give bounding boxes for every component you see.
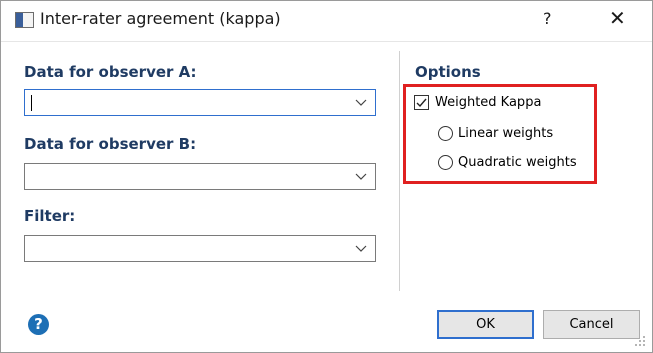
weighted-kappa-label[interactable]: Weighted Kappa bbox=[435, 95, 541, 110]
title-help-button[interactable]: ? bbox=[543, 9, 552, 28]
weighted-kappa-checkbox[interactable] bbox=[414, 95, 429, 110]
help-icon[interactable]: ? bbox=[28, 314, 49, 335]
observer-a-label: Data for observer A: bbox=[24, 63, 197, 81]
ok-button[interactable]: OK bbox=[437, 310, 534, 339]
linear-weights-label[interactable]: Linear weights bbox=[458, 126, 553, 141]
chevron-down-icon[interactable] bbox=[354, 169, 368, 183]
dialog-window: Inter-rater agreement (kappa) ? ✕ Data f… bbox=[0, 0, 653, 353]
checkmark-icon bbox=[416, 98, 427, 108]
observer-b-label: Data for observer B: bbox=[24, 135, 197, 153]
options-title: Options bbox=[415, 63, 481, 81]
chevron-down-icon[interactable] bbox=[354, 241, 368, 255]
filter-select[interactable] bbox=[24, 235, 376, 262]
resize-grip-icon[interactable] bbox=[633, 334, 647, 348]
title-bar[interactable]: Inter-rater agreement (kappa) ? ✕ bbox=[1, 1, 652, 42]
app-icon bbox=[15, 12, 34, 28]
quadratic-weights-radio[interactable] bbox=[438, 155, 453, 170]
observer-b-select[interactable] bbox=[24, 163, 376, 190]
filter-label: Filter: bbox=[24, 207, 76, 225]
close-icon[interactable]: ✕ bbox=[609, 6, 626, 30]
cancel-button[interactable]: Cancel bbox=[543, 310, 640, 339]
linear-weights-radio[interactable] bbox=[438, 126, 453, 141]
observer-a-select[interactable] bbox=[24, 89, 376, 116]
window-title: Inter-rater agreement (kappa) bbox=[40, 9, 281, 28]
text-caret bbox=[31, 95, 32, 111]
vertical-divider bbox=[399, 51, 400, 291]
chevron-down-icon[interactable] bbox=[354, 95, 368, 109]
quadratic-weights-label[interactable]: Quadratic weights bbox=[458, 155, 577, 170]
